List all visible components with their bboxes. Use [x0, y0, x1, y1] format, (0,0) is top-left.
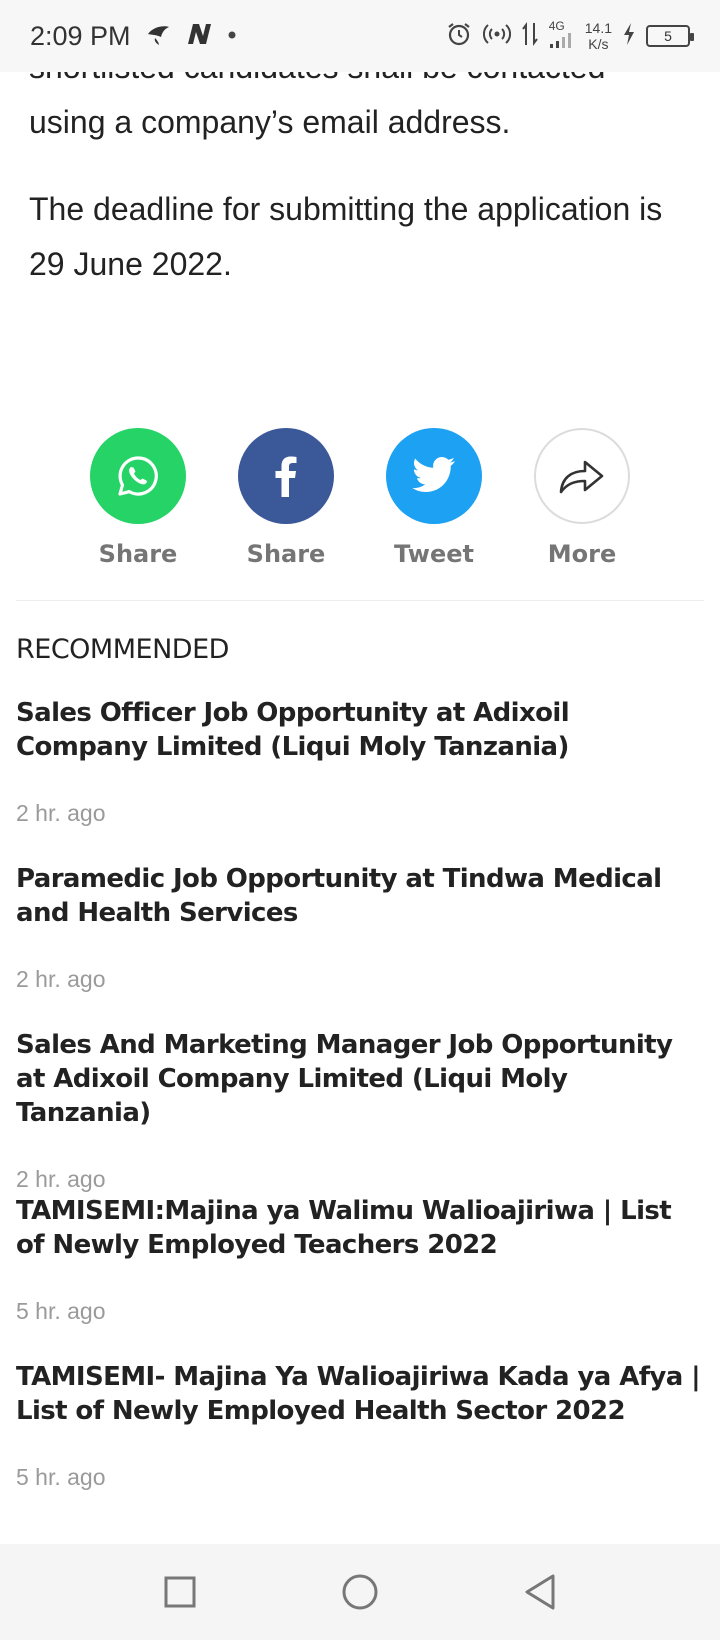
- recommended-item-time: 2 hr. ago: [16, 1166, 106, 1192]
- share-whatsapp-label: Share: [98, 540, 178, 568]
- recommended-item-title[interactable]: TAMISEMI:Majina ya Walimu Walioajiriwa |…: [16, 1194, 706, 1262]
- share-facebook-button[interactable]: Share: [238, 428, 334, 568]
- net-speed-value: 14.1: [584, 20, 612, 36]
- recommended-item-time: 2 hr. ago: [16, 800, 106, 826]
- share-whatsapp-button[interactable]: Share: [90, 428, 186, 568]
- recommended-item[interactable]: TAMISEMI- Majina Ya Walioajiriwa Kada ya…: [16, 1360, 706, 1526]
- article-paragraph-1-line-2: using a company’s email address.: [29, 104, 511, 140]
- share-arrow-icon[interactable]: [534, 428, 630, 524]
- whatsapp-icon[interactable]: [90, 428, 186, 524]
- share-row: Share Share Tweet More: [0, 428, 720, 568]
- recommended-item-title[interactable]: Sales And Marketing Manager Job Opportun…: [16, 1028, 706, 1130]
- article-body: shortlisted candidates shall be contacte…: [0, 40, 720, 324]
- net-speed: 14.1 K/s: [585, 20, 612, 52]
- recommended-item-title[interactable]: Paramedic Job Opportunity at Tindwa Medi…: [16, 862, 706, 930]
- recommended-list: Sales Officer Job Opportunity at Adixoil…: [16, 696, 706, 1526]
- recommended-item[interactable]: Paramedic Job Opportunity at Tindwa Medi…: [16, 862, 706, 1028]
- system-nav-bar: [0, 1544, 720, 1640]
- notification-icons: [145, 21, 237, 52]
- recommended-item[interactable]: TAMISEMI:Majina ya Walimu Walioajiriwa |…: [16, 1194, 706, 1360]
- recommended-header: RECOMMENDED: [16, 634, 229, 665]
- dot-icon: [227, 27, 237, 45]
- n-app-icon: [185, 22, 213, 51]
- alarm-icon: [445, 20, 473, 53]
- share-more-button[interactable]: More: [534, 428, 630, 568]
- article-paragraph-2: The deadline for submitting the applicat…: [29, 191, 663, 282]
- recommended-item[interactable]: Sales Officer Job Opportunity at Adixoil…: [16, 696, 706, 862]
- battery-level: 5: [664, 28, 672, 44]
- net-speed-unit: K/s: [588, 36, 609, 52]
- status-right-icons: 4G 14.1 K/s 5: [445, 19, 694, 54]
- facebook-icon[interactable]: [238, 428, 334, 524]
- bird-app-icon: [145, 21, 171, 52]
- recommended-item-time: 5 hr. ago: [16, 1298, 106, 1324]
- hotspot-icon: [482, 20, 511, 53]
- status-time: 2:09 PM: [30, 20, 131, 51]
- share-twitter-button[interactable]: Tweet: [386, 428, 482, 568]
- network-gen-label: 4G: [548, 18, 565, 33]
- recommended-item-time: 5 hr. ago: [16, 1464, 106, 1490]
- recommended-item-title[interactable]: Sales Officer Job Opportunity at Adixoil…: [16, 696, 706, 764]
- battery-icon: 5: [646, 25, 694, 47]
- share-twitter-label: Tweet: [394, 540, 474, 568]
- twitter-icon[interactable]: [386, 428, 482, 524]
- signal-block: 4G: [549, 19, 575, 54]
- status-bar: 2:09 PM 4G 14.1 K/s 5: [0, 0, 720, 72]
- data-transfer-icon: [521, 21, 539, 52]
- charging-icon: [622, 22, 636, 51]
- signal-icon: [549, 32, 575, 54]
- divider: [16, 600, 704, 601]
- home-circle-icon[interactable]: [330, 1562, 390, 1622]
- recommended-item[interactable]: Sales And Marketing Manager Job Opportun…: [16, 1028, 706, 1194]
- recommended-item-time: 2 hr. ago: [16, 966, 106, 992]
- share-more-label: More: [547, 540, 617, 568]
- recents-square-icon[interactable]: [150, 1562, 210, 1622]
- share-facebook-label: Share: [246, 540, 326, 568]
- back-triangle-icon[interactable]: [510, 1562, 570, 1622]
- recommended-item-title[interactable]: TAMISEMI- Majina Ya Walioajiriwa Kada ya…: [16, 1360, 706, 1428]
